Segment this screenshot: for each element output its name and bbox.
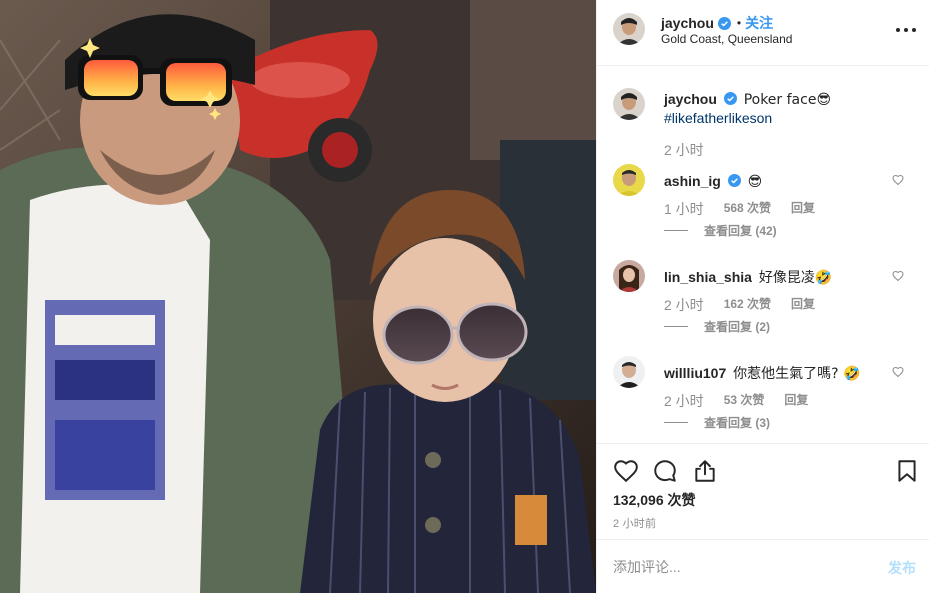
comments-list[interactable]: jaychou Poker face😎 #likefatherlikeson 2… — [597, 66, 929, 443]
reply-button[interactable]: 回复 — [791, 199, 815, 219]
reply-button[interactable]: 回复 — [791, 295, 815, 315]
author-username[interactable]: jaychou — [661, 15, 714, 31]
like-heart-icon[interactable] — [613, 458, 639, 484]
view-replies-button[interactable]: 查看回复 (3) — [664, 414, 770, 431]
verified-badge-icon — [723, 92, 737, 105]
commenter-avatar[interactable] — [613, 260, 645, 292]
comment-likes[interactable]: 568 次赞 — [724, 199, 771, 219]
more-options-icon[interactable] — [896, 20, 916, 40]
comment-likes[interactable]: 162 次赞 — [724, 295, 771, 315]
commenter-avatar[interactable] — [613, 164, 645, 196]
verified-badge-icon — [717, 16, 731, 30]
commenter-avatar[interactable] — [613, 356, 645, 388]
photo-illustration — [0, 0, 596, 593]
post-timestamp[interactable]: 2 小时前 — [613, 515, 656, 531]
author-avatar[interactable] — [613, 13, 645, 45]
caption-avatar[interactable] — [613, 88, 645, 120]
view-replies-button[interactable]: 查看回复 (42) — [664, 222, 777, 239]
comment-username[interactable]: willliu107 — [664, 365, 726, 381]
post-comment-button[interactable]: 发布 — [888, 558, 916, 578]
reply-button[interactable]: 回复 — [784, 391, 808, 411]
caption-time[interactable]: 2 小时 — [664, 140, 704, 160]
post-header: jaychou • 关注 Gold Coast, Queensland — [597, 0, 929, 66]
comment-text: 好像昆凌🤣 — [758, 270, 833, 286]
comment-like-heart-icon[interactable] — [892, 174, 904, 186]
view-replies-label: 查看回复 (3) — [704, 416, 771, 430]
replies-divider — [664, 422, 688, 423]
comment-time[interactable]: 2 小时 — [664, 391, 704, 411]
post-location[interactable]: Gold Coast, Queensland — [661, 32, 792, 46]
comment-text: 😎 — [747, 174, 763, 190]
caption-text: Poker face😎 — [743, 92, 832, 108]
verified-badge-icon — [727, 174, 741, 187]
replies-divider — [664, 326, 688, 327]
view-replies-button[interactable]: 查看回复 (2) — [664, 318, 770, 335]
comment-composer: 发布 — [597, 539, 929, 593]
comment-username[interactable]: lin_shia_shia — [664, 269, 752, 285]
view-replies-label: 查看回复 (42) — [704, 224, 777, 238]
follow-button[interactable]: 关注 — [745, 13, 773, 33]
comment-like-heart-icon[interactable] — [892, 366, 904, 378]
comment-time[interactable]: 1 小时 — [664, 199, 704, 219]
post-actions: 132,096 次赞 2 小时前 — [597, 443, 929, 539]
add-comment-input[interactable] — [613, 554, 863, 580]
replies-divider — [664, 230, 688, 231]
comment-username[interactable]: ashin_ig — [664, 173, 721, 189]
post-side-panel: jaychou • 关注 Gold Coast, Queensland jayc… — [596, 0, 929, 593]
comment-time[interactable]: 2 小时 — [664, 295, 704, 315]
post-photo[interactable] — [0, 0, 596, 593]
likes-count[interactable]: 132,096 次赞 — [613, 490, 696, 510]
caption-username[interactable]: jaychou — [664, 91, 717, 107]
caption-hashtag[interactable]: #likefatherlikeson — [664, 109, 894, 127]
separator-dot: • — [736, 16, 742, 30]
comment-like-heart-icon[interactable] — [892, 270, 904, 282]
view-replies-label: 查看回复 (2) — [704, 320, 771, 334]
save-bookmark-icon[interactable] — [894, 458, 920, 484]
share-icon[interactable] — [692, 458, 718, 484]
comment-bubble-icon[interactable] — [652, 458, 678, 484]
comment-likes[interactable]: 53 次赞 — [724, 391, 765, 411]
comment-text: 你惹他生氣了嗎? 🤣 — [733, 366, 861, 382]
